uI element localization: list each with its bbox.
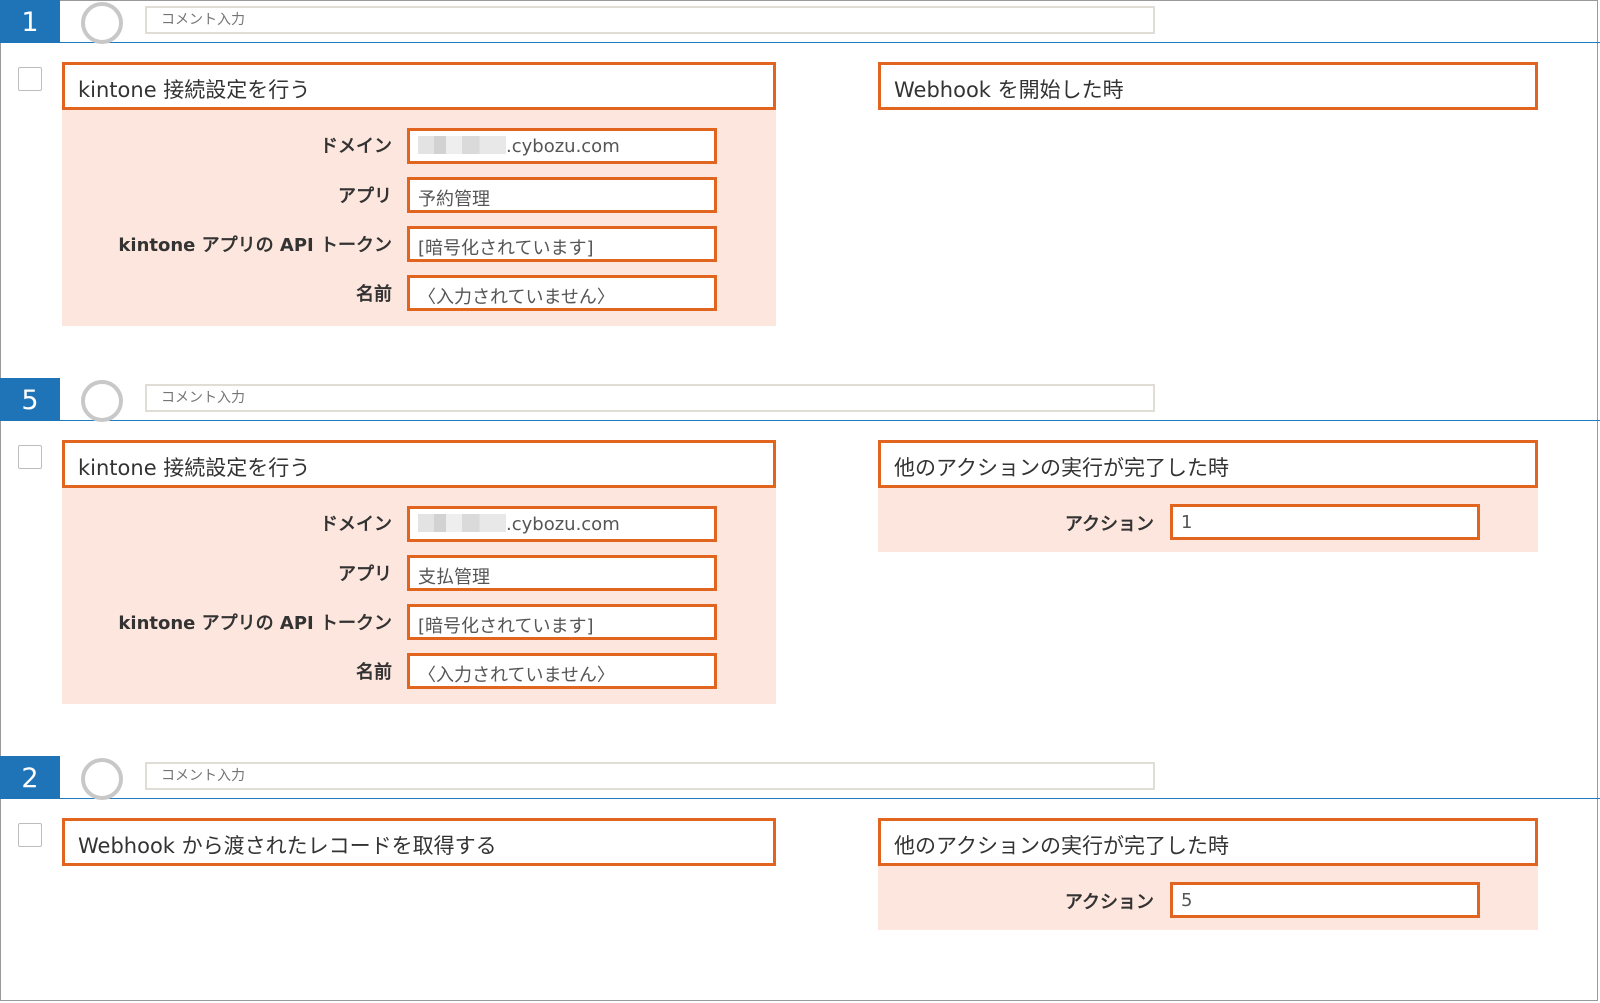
field-label: ドメイン bbox=[320, 136, 392, 157]
api-token-field[interactable]: [暗号化されています] bbox=[407, 226, 717, 262]
field-label: 名前 bbox=[356, 284, 392, 305]
name-field[interactable]: 〈入力されていません〉 bbox=[407, 653, 717, 689]
step-divider bbox=[0, 42, 1600, 43]
step-number: 1 bbox=[0, 0, 60, 43]
trigger-title[interactable]: Webhook を開始した時 bbox=[878, 62, 1538, 110]
step-number: 2 bbox=[0, 756, 60, 799]
action-title[interactable]: kintone 接続設定を行う bbox=[62, 62, 776, 110]
step-checkbox[interactable] bbox=[18, 67, 42, 91]
trigger-panel: アクション 5 bbox=[878, 866, 1538, 930]
action-title[interactable]: kintone 接続設定を行う bbox=[62, 440, 776, 488]
step-divider bbox=[0, 420, 1600, 421]
settings-panel: ドメイン .cybozu.com アプリ 支払管理 kintone アプリの A… bbox=[62, 488, 776, 704]
loading-ring-icon bbox=[81, 2, 123, 44]
field-label: kintone アプリの API トークン bbox=[118, 613, 392, 634]
action-number-field[interactable]: 5 bbox=[1170, 882, 1480, 918]
redacted-subdomain bbox=[418, 136, 506, 154]
domain-value: .cybozu.com bbox=[506, 514, 620, 535]
name-field[interactable]: 〈入力されていません〉 bbox=[407, 275, 717, 311]
api-token-field[interactable]: [暗号化されています] bbox=[407, 604, 717, 640]
step-checkbox[interactable] bbox=[18, 823, 42, 847]
comment-input[interactable] bbox=[145, 384, 1155, 412]
app-field[interactable]: 予約管理 bbox=[407, 177, 717, 213]
step-section: 2 Webhook から渡されたレコードを取得する 他のアクションの実行が完了し… bbox=[0, 756, 1600, 1003]
step-section: 1 kintone 接続設定を行う ドメイン .cybozu.com アプリ 予… bbox=[0, 0, 1600, 378]
field-label: 名前 bbox=[356, 662, 392, 683]
field-label: ドメイン bbox=[320, 514, 392, 535]
comment-input[interactable] bbox=[145, 6, 1155, 34]
comment-input[interactable] bbox=[145, 762, 1155, 790]
field-label: アプリ bbox=[338, 186, 392, 207]
loading-ring-icon bbox=[81, 758, 123, 800]
step-checkbox[interactable] bbox=[18, 445, 42, 469]
field-label: アクション bbox=[1064, 514, 1154, 535]
settings-panel: ドメイン .cybozu.com アプリ 予約管理 kintone アプリの A… bbox=[62, 110, 776, 326]
domain-value: .cybozu.com bbox=[506, 136, 620, 157]
app-field[interactable]: 支払管理 bbox=[407, 555, 717, 591]
trigger-title[interactable]: 他のアクションの実行が完了した時 bbox=[878, 818, 1538, 866]
domain-field[interactable]: .cybozu.com bbox=[407, 506, 717, 542]
step-section: 5 kintone 接続設定を行う ドメイン .cybozu.com アプリ 支… bbox=[0, 378, 1600, 756]
trigger-panel: アクション 1 bbox=[878, 488, 1538, 552]
trigger-title[interactable]: 他のアクションの実行が完了した時 bbox=[878, 440, 1538, 488]
loading-ring-icon bbox=[81, 380, 123, 422]
redacted-subdomain bbox=[418, 514, 506, 532]
field-label: アプリ bbox=[338, 564, 392, 585]
step-number: 5 bbox=[0, 378, 60, 421]
domain-field[interactable]: .cybozu.com bbox=[407, 128, 717, 164]
field-label: アクション bbox=[1064, 892, 1154, 913]
action-number-field[interactable]: 1 bbox=[1170, 504, 1480, 540]
field-label: kintone アプリの API トークン bbox=[118, 235, 392, 256]
step-divider bbox=[0, 798, 1600, 799]
action-title[interactable]: Webhook から渡されたレコードを取得する bbox=[62, 818, 776, 866]
